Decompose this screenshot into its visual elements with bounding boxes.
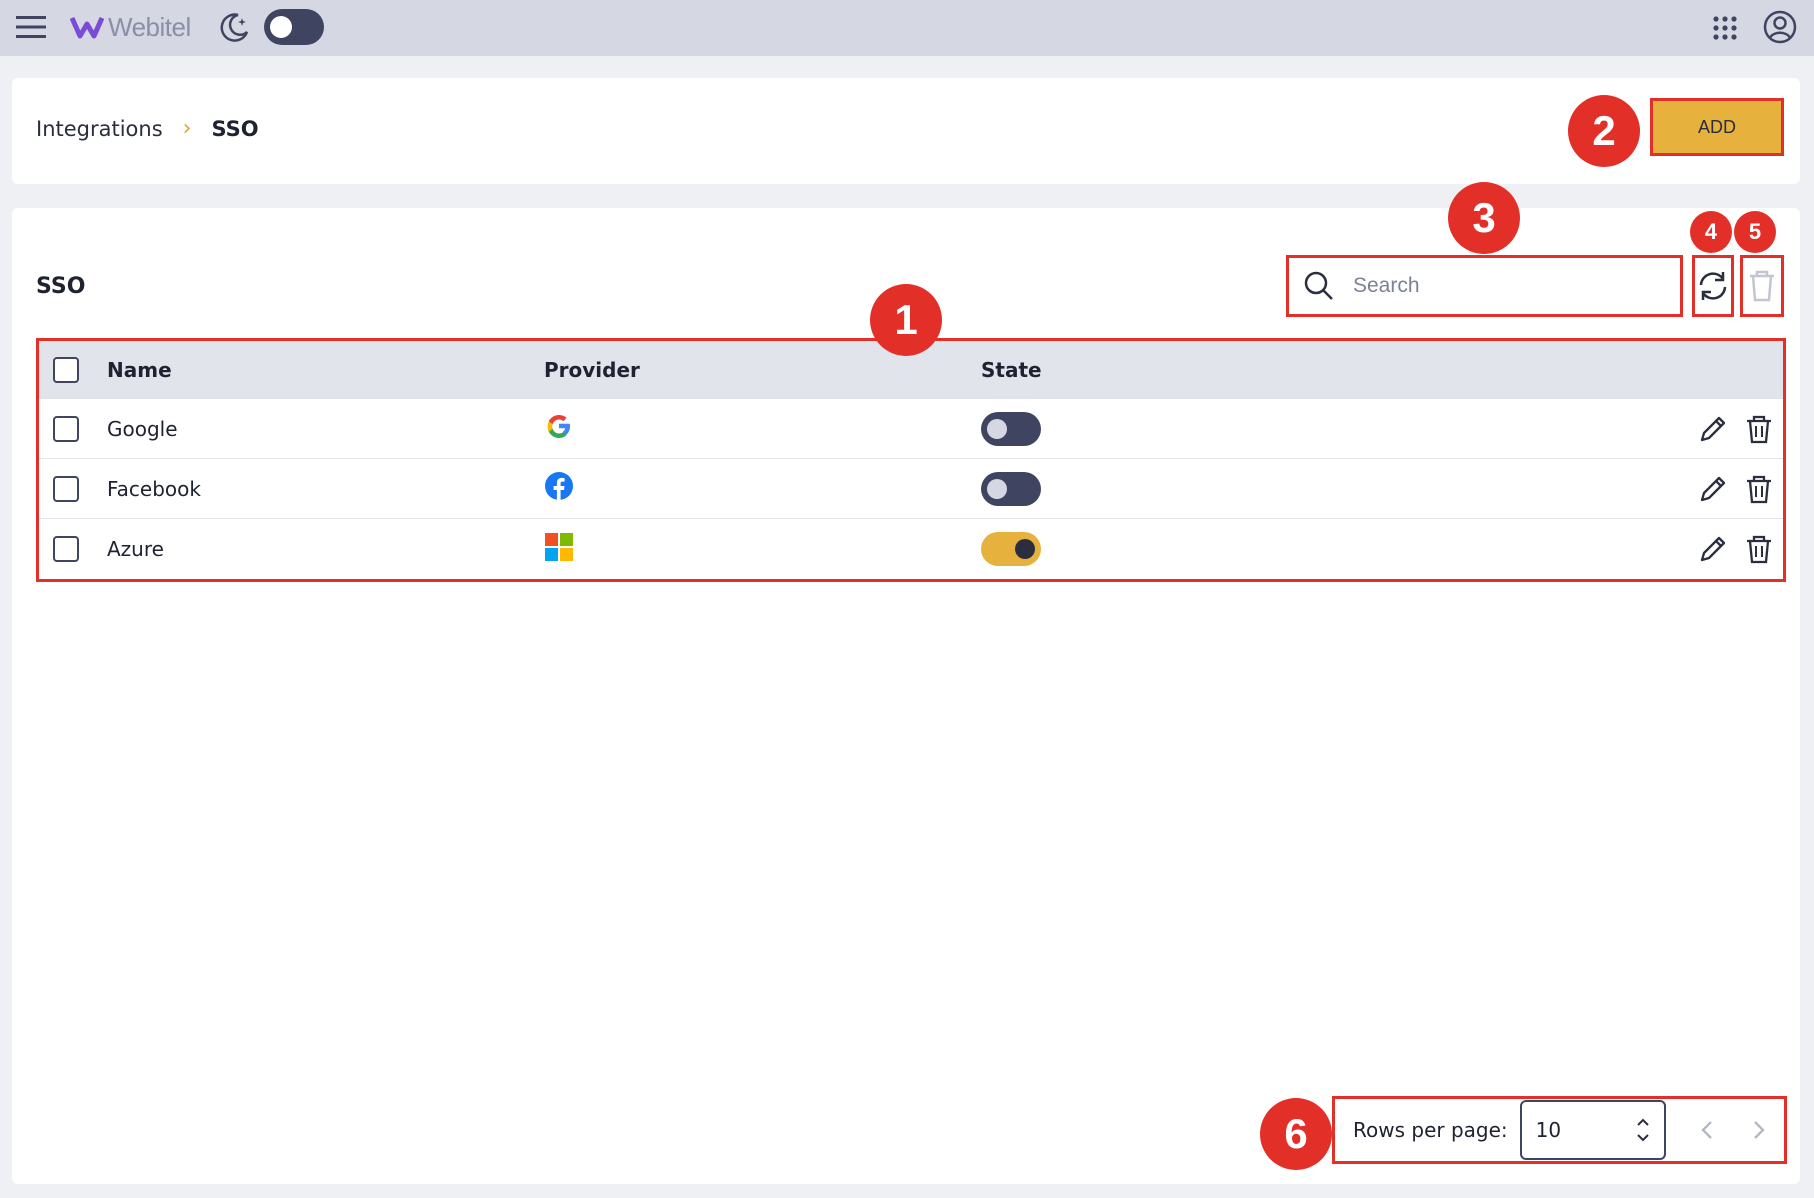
- google-icon: [544, 411, 574, 446]
- edit-pencil-icon[interactable]: [1697, 533, 1729, 565]
- row-name: Azure: [107, 537, 164, 561]
- select-all-checkbox[interactable]: [53, 357, 79, 383]
- rows-per-page-value: 10: [1535, 1118, 1562, 1142]
- pagination: Rows per page: 10: [1332, 1096, 1787, 1164]
- breadcrumb: Integrations › SSO: [36, 116, 259, 141]
- next-page-icon[interactable]: [1746, 1118, 1770, 1142]
- search-icon: [1304, 271, 1333, 300]
- annotation-badge-5: 5: [1734, 211, 1776, 253]
- table-row: Azure: [39, 519, 1783, 579]
- state-toggle[interactable]: [981, 532, 1041, 566]
- column-header-state[interactable]: State: [981, 358, 1042, 382]
- menu-icon[interactable]: [14, 12, 48, 42]
- edit-pencil-icon[interactable]: [1697, 413, 1729, 445]
- annotation-badge-2: 2: [1568, 95, 1640, 167]
- state-toggle[interactable]: [981, 471, 1041, 506]
- chevron-down-icon[interactable]: [1636, 1133, 1650, 1143]
- theme-toggle[interactable]: [264, 9, 324, 45]
- breadcrumb-current: SSO: [211, 116, 259, 141]
- logo-text: Webitel: [108, 11, 191, 42]
- rows-per-page-label: Rows per page:: [1353, 1118, 1508, 1142]
- facebook-icon: [544, 471, 574, 506]
- section-title: SSO: [36, 274, 86, 299]
- annotation-badge-4: 4: [1690, 211, 1732, 253]
- add-button[interactable]: ADD: [1650, 98, 1784, 156]
- search-box: [1286, 255, 1683, 317]
- row-checkbox[interactable]: [53, 475, 79, 502]
- delete-trash-icon[interactable]: [1743, 413, 1775, 445]
- header-card: Integrations › SSO ADD: [12, 78, 1800, 184]
- row-checkbox[interactable]: [53, 415, 79, 442]
- breadcrumb-separator: ›: [182, 116, 192, 141]
- annotation-badge-3: 3: [1448, 182, 1520, 254]
- row-actions: [1697, 533, 1775, 565]
- sso-table: Name Provider State Google Facebook Azur…: [36, 338, 1786, 582]
- trash-icon: [1750, 270, 1774, 302]
- refresh-button[interactable]: [1692, 255, 1734, 317]
- row-actions: [1697, 473, 1775, 505]
- refresh-icon: [1699, 272, 1727, 300]
- moon-icon: [220, 13, 249, 42]
- chevron-up-icon[interactable]: [1636, 1117, 1650, 1127]
- top-bar: Webitel: [0, 0, 1814, 56]
- row-checkbox[interactable]: [53, 536, 79, 562]
- column-header-name[interactable]: Name: [107, 358, 172, 382]
- row-actions: [1697, 413, 1775, 445]
- edit-pencil-icon[interactable]: [1697, 473, 1729, 505]
- previous-page-icon[interactable]: [1696, 1118, 1720, 1142]
- account-icon[interactable]: [1762, 9, 1798, 45]
- table-row: Facebook: [39, 459, 1783, 519]
- bulk-delete-button[interactable]: [1740, 255, 1784, 317]
- search-input[interactable]: [1353, 274, 1653, 298]
- rows-per-page-select[interactable]: 10: [1519, 1100, 1666, 1160]
- page-navigation: [1696, 1118, 1770, 1142]
- delete-trash-icon[interactable]: [1743, 533, 1775, 565]
- app-logo[interactable]: Webitel: [70, 10, 191, 44]
- apps-grid-icon[interactable]: [1708, 11, 1742, 45]
- row-name: Google: [107, 416, 178, 441]
- state-toggle[interactable]: [981, 411, 1041, 446]
- annotation-badge-6: 6: [1260, 1098, 1332, 1170]
- table-row: Google: [39, 399, 1783, 459]
- annotation-badge-1: 1: [870, 284, 942, 356]
- column-header-provider[interactable]: Provider: [544, 358, 640, 382]
- row-name: Facebook: [107, 476, 201, 501]
- microsoft-icon: [544, 532, 574, 567]
- webitel-logo-icon: [70, 16, 104, 39]
- delete-trash-icon[interactable]: [1743, 473, 1775, 505]
- breadcrumb-integrations[interactable]: Integrations: [36, 117, 163, 141]
